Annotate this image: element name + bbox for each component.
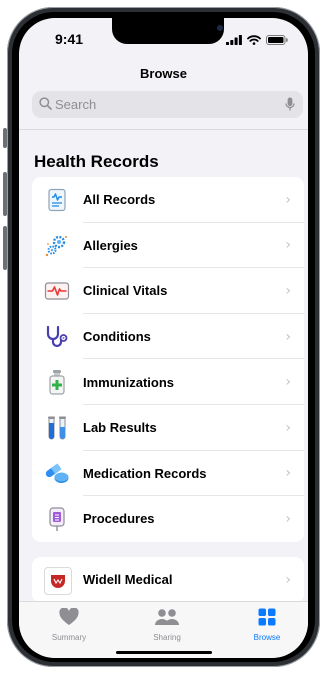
screen: 9:41 Browse Search Health Records All Re… xyxy=(19,18,308,658)
notch xyxy=(112,18,224,44)
pills-icon xyxy=(44,461,70,487)
volume-up-button xyxy=(3,172,7,216)
battery-icon xyxy=(266,35,288,45)
tab-summary[interactable]: Summary xyxy=(39,607,99,642)
search-placeholder: Search xyxy=(55,97,97,112)
record-label: All Records xyxy=(83,192,156,208)
tab-label: Browse xyxy=(253,633,281,642)
provider-label: Widell Medical xyxy=(83,572,173,588)
allergies-icon xyxy=(44,233,70,259)
record-row-allergies[interactable]: Allergies › xyxy=(32,223,304,269)
home-indicator xyxy=(116,651,212,654)
status-icons xyxy=(226,35,288,45)
providers-list: Widell Medical › xyxy=(32,557,304,603)
tab-label: Sharing xyxy=(153,633,181,642)
record-row-procedures[interactable]: Procedures › xyxy=(32,496,304,542)
chevron-right-icon: › xyxy=(285,374,291,391)
chevron-right-icon: › xyxy=(285,419,291,436)
test-tubes-icon xyxy=(44,415,70,441)
chevron-right-icon: › xyxy=(285,328,291,345)
record-label: Allergies xyxy=(83,237,138,253)
tab-browse[interactable]: Browse xyxy=(237,608,297,642)
provider-row-widell-medical[interactable]: Widell Medical › xyxy=(32,557,304,603)
chevron-right-icon: › xyxy=(285,282,291,299)
mute-switch xyxy=(3,128,7,148)
chevron-right-icon: › xyxy=(285,237,291,254)
heartbeat-icon xyxy=(44,278,70,304)
volume-down-button xyxy=(3,226,7,270)
chevron-right-icon: › xyxy=(285,571,291,588)
record-row-clinical-vitals[interactable]: Clinical Vitals › xyxy=(32,268,304,314)
cellular-signal-icon xyxy=(226,35,242,45)
record-label: Conditions xyxy=(83,329,151,345)
vaccine-icon xyxy=(44,369,70,395)
tab-bar: Summary Sharing Browse xyxy=(19,601,308,658)
record-row-immunizations[interactable]: Immunizations › xyxy=(32,359,304,405)
people-icon xyxy=(155,609,179,625)
record-label: Clinical Vitals xyxy=(83,283,168,299)
page-title: Browse xyxy=(140,66,187,81)
header-divider xyxy=(19,129,308,130)
heart-icon xyxy=(59,607,79,625)
stethoscope-icon xyxy=(44,324,70,350)
iv-bag-icon xyxy=(44,506,70,532)
chevron-right-icon: › xyxy=(285,465,291,482)
search-field[interactable]: Search xyxy=(32,91,303,118)
status-time: 9:41 xyxy=(55,31,84,47)
section-title: Health Records xyxy=(34,152,159,171)
tab-label: Summary xyxy=(51,633,87,642)
grid-icon xyxy=(258,608,276,626)
record-row-all-records[interactable]: All Records › xyxy=(32,177,304,223)
wifi-icon xyxy=(247,35,261,45)
document-icon xyxy=(44,187,70,213)
search-icon xyxy=(39,97,52,110)
record-label: Lab Results xyxy=(83,420,157,436)
record-row-lab-results[interactable]: Lab Results › xyxy=(32,405,304,451)
health-records-list: All Records › Allergies › Clinical Vital… xyxy=(32,177,304,542)
front-camera xyxy=(217,25,223,31)
chevron-right-icon: › xyxy=(285,510,291,527)
provider-logo-icon xyxy=(44,567,72,595)
microphone-icon[interactable] xyxy=(285,97,295,112)
chevron-right-icon: › xyxy=(285,191,291,208)
tab-sharing[interactable]: Sharing xyxy=(137,608,197,642)
record-row-medication-records[interactable]: Medication Records › xyxy=(32,451,304,497)
record-label: Medication Records xyxy=(83,465,207,481)
record-label: Procedures xyxy=(83,511,155,527)
record-label: Immunizations xyxy=(83,374,175,390)
record-row-conditions[interactable]: Conditions › xyxy=(32,314,304,360)
